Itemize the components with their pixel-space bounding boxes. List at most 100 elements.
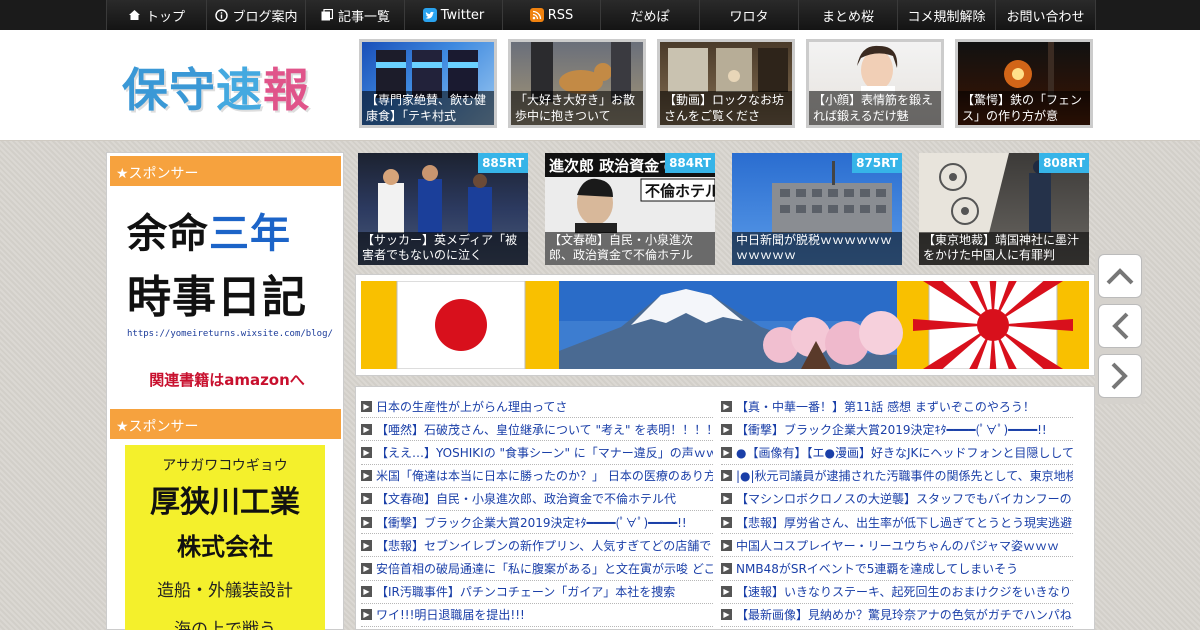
sponsor-heading: ★スポンサー: [110, 409, 341, 439]
article-title: 【文春砲】自民・小泉進次郎、政治資金で不倫ホテル代: [376, 492, 677, 507]
nav-menu: トップ ブログ案内 記事一覧 Twitter RSS だめぽ ワロタ まとめ桜 …: [106, 0, 1096, 30]
arrow-right-icon: ▶: [721, 423, 732, 435]
arrow-right-icon: ▶: [721, 516, 732, 528]
nav-item-rss[interactable]: RSS: [502, 0, 600, 30]
arrow-right-icon: ▶: [361, 493, 372, 505]
info-icon: [214, 8, 228, 22]
article-link[interactable]: ▶ 【マシンロボクロノスの大逆襲】スタッフでもバイカンフーの: [721, 488, 1073, 511]
top-nav-bar: トップ ブログ案内 記事一覧 Twitter RSS だめぽ ワロタ まとめ桜 …: [0, 0, 1200, 30]
ad-amazon-link[interactable]: 関連書籍はamazonへ: [127, 369, 327, 390]
article-link[interactable]: ▶ |●|秋元司議員が逮捕された汚職事件の関係先として、東京地検: [721, 465, 1073, 488]
sponsor-ad-yomei[interactable]: 余命三年 時事日記 https://yomeireturns.wixsite.c…: [127, 201, 333, 389]
article-title: 【ええ…】YOSHIKIの "食事シーン" に「マナー違反」の声ｗｗｗ: [376, 445, 713, 460]
article-link[interactable]: ▶ 【悲報】厚労省さん、出生率が低下し過ぎてとうとう現実逃避: [721, 511, 1073, 535]
article-link[interactable]: ▶ 【文春砲】自民・小泉進次郎、政治資金で不倫ホテル代: [361, 488, 713, 511]
rt-thumb[interactable]: 875RT 中日新聞が脱税ｗｗｗｗｗｗｗｗｗｗｗ: [732, 153, 902, 265]
ad-company-name: 厚狭川工業: [150, 485, 300, 520]
arrow-right-icon: ▶: [361, 446, 372, 458]
ad-text: 三年: [209, 210, 291, 257]
article-link[interactable]: ▶ 安倍首相の破局通達に「私に腹案がある」と文在寅が示唆 どこ: [361, 557, 713, 581]
nav-item-matome-sakura[interactable]: まとめ桜: [798, 0, 897, 30]
article-title: 中国人コスプレイヤー・リーユウちゃんのパジャマ姿ｗｗｗ: [736, 538, 1060, 553]
logo-char: 報: [263, 63, 310, 117]
header-featured-thumbs: 【専門家絶賛、飲む健康食】「テキ村式 「大好き大好き」お散歩中に抱きついて 【動…: [359, 39, 1093, 128]
rt-thumb[interactable]: 885RT 【サッカー】英メディア「被害者でもないのに泣く: [358, 153, 528, 265]
header-thumb[interactable]: 【専門家絶賛、飲む健康食】「テキ村式: [359, 39, 497, 128]
header-thumb[interactable]: 【動画】ロックなお坊さんをご覧くださ: [657, 39, 795, 128]
article-link[interactable]: ▶ 【IR汚職事件】パチンコチェーン「ガイア」本社を捜索: [361, 581, 713, 604]
article-title: 【マシンロボクロノスの大逆襲】スタッフでもバイカンフーの: [736, 492, 1072, 507]
article-link[interactable]: ▶ 【ええ…】YOSHIKIの "食事シーン" に「マナー違反」の声ｗｗｗ: [361, 441, 713, 465]
article-link[interactable]: ▶ NMB48がSRイベントで5連覇を達成してしまいそう: [721, 557, 1073, 581]
nav-item-article-list[interactable]: 記事一覧: [305, 0, 404, 30]
article-link[interactable]: ▶ 【悲報】セブンイレブンの新作プリン、人気すぎてどの店舗で: [361, 534, 713, 558]
article-link[interactable]: ▶ 【速報】いきなりステーキ、起死回生のおまけクジをいきなり: [721, 581, 1073, 604]
article-link[interactable]: ▶ 中国人コスプレイヤー・リーユウちゃんのパジャマ姿ｗｗｗ: [721, 534, 1073, 558]
sponsor-heading: ★スポンサー: [110, 156, 341, 186]
ad-title-line1: 余命三年: [127, 201, 327, 259]
ad-slogan: 海の上で戦う: [174, 620, 276, 630]
arrow-right-icon: ▶: [361, 423, 372, 435]
nav-item-contact[interactable]: お問い合わせ: [995, 0, 1096, 30]
rt-caption: 【サッカー】英メディア「被害者でもないのに泣く: [358, 232, 528, 265]
arrow-right-icon: ▶: [721, 470, 732, 482]
article-link[interactable]: ▶ 【唖然】石破茂さん、皇位継承について "考え" を表明！！！！: [361, 418, 713, 442]
nav-label: お問い合わせ: [1006, 9, 1085, 25]
flags-fuji-illustration: [361, 281, 1089, 369]
banner-image: [361, 281, 1089, 369]
article-link[interactable]: ▶ 米国「俺達は本当に日本に勝ったのか？」 日本の医療のあり方: [361, 465, 713, 488]
article-list-box: ▶ 日本の生産性が上がらん理由ってさ ▶ 【唖然】石破茂さん、皇位継承について "考え…: [355, 386, 1095, 630]
nav-item-comment-unblock[interactable]: コメ規制解除: [897, 0, 995, 30]
svg-text:進次郎 政治資金で: 進次郎 政治資金で: [549, 157, 674, 175]
article-title: 【真・中華一番！】第11話 感想 まずいぞこのやろう！: [736, 399, 1035, 414]
nav-label: コメ規制解除: [907, 9, 986, 25]
arrow-right-icon: ▶: [721, 400, 732, 412]
arrow-right-icon: ▶: [721, 562, 732, 574]
ad-url: https://yomeireturns.wixsite.com/blog/: [127, 329, 333, 339]
nav-label: Twitter: [440, 7, 485, 23]
article-link[interactable]: ▶ 日本の生産性が上がらん理由ってさ: [361, 395, 713, 419]
nav-label: ブログ案内: [232, 9, 298, 25]
scroll-nav: [1095, 250, 1145, 404]
arrow-right-icon: ▶: [361, 516, 372, 528]
header-thumb[interactable]: 「大好き大好き」お散歩中に抱きついて: [508, 39, 646, 128]
main-content: 885RT 【サッカー】英メディア「被害者でもないのに泣く 進次郎 政治資金で …: [355, 152, 1095, 630]
rt-thumb[interactable]: 進次郎 政治資金で 不倫ホテル代 884RT 【文春砲】自民・小泉進次郎、政治資…: [545, 153, 715, 265]
nav-item-top[interactable]: トップ: [106, 0, 206, 30]
rt-caption: 中日新聞が脱税ｗｗｗｗｗｗｗｗｗｗｗ: [732, 232, 902, 265]
ad-company-kana: アサガワコウギョウ: [162, 458, 288, 474]
article-link[interactable]: ▶ 【最新画像】見納めか？驚見玲奈アナの色気がガチでハンパね: [721, 604, 1073, 627]
nav-item-damepo[interactable]: だめぽ: [600, 0, 699, 30]
arrow-right-icon: ▶: [361, 400, 372, 412]
nav-label: だめぽ: [630, 9, 670, 25]
article-title: 【衝撃】ブラック企業大賞2019決定ｷﾀ━━━━(ﾟ∀ﾟ)━━━━!!: [376, 515, 687, 530]
thumb-caption: 【専門家絶賛、飲む健康食】「テキ村式: [362, 91, 494, 125]
article-link[interactable]: ▶ 【真・中華一番！】第11話 感想 まずいぞこのやろう！: [721, 395, 1073, 419]
sponsor-ad-asagawa[interactable]: アサガワコウギョウ 厚狭川工業 株式会社 造船・外艤装設計 海の上で戦う: [125, 445, 325, 630]
nav-item-twitter[interactable]: Twitter: [404, 0, 502, 30]
scroll-top-button[interactable]: [1098, 254, 1142, 298]
thumb-caption: 【驚愕】鉄の「フェンス」の作り方が意: [958, 91, 1090, 125]
rt-thumb[interactable]: 808RT 【東京地裁】靖国神社に墨汁をかけた中国人に有罪判: [919, 153, 1089, 265]
next-page-button[interactable]: [1098, 354, 1142, 398]
article-link[interactable]: ▶ ●【画像有】【エ●漫画】好きなJKにヘッドフォンと目隠しして: [721, 441, 1073, 465]
ad-text: 余命: [127, 210, 209, 257]
prev-page-button[interactable]: [1098, 304, 1142, 348]
article-title: NMB48がSRイベントで5連覇を達成してしまいそう: [736, 561, 1019, 576]
header-thumb[interactable]: 【小顔】表情筋を鍛えれば鍛えるだけ魅: [806, 39, 944, 128]
article-link[interactable]: ▶ 【衝撃】ブラック企業大賞2019決定ｷﾀ━━━━(ﾟ∀ﾟ)━━━━!!: [721, 418, 1073, 442]
sidebar: ★スポンサー 余命三年 時事日記 https://yomeireturns.wi…: [106, 152, 344, 630]
article-title: 【唖然】石破茂さん、皇位継承について "考え" を表明！！！！: [376, 422, 713, 437]
article-list-right: ▶ 【真・中華一番！】第11話 感想 まずいぞこのやろう！ ▶ 【衝撃】ブラック企業大…: [721, 395, 1073, 627]
arrow-right-icon: ▶: [361, 470, 372, 482]
nav-item-blog-info[interactable]: ブログ案内: [206, 0, 305, 30]
thumb-caption: 【小顔】表情筋を鍛えれば鍛えるだけ魅: [809, 91, 941, 125]
article-title: 日本の生産性が上がらん理由ってさ: [376, 399, 568, 414]
twitter-icon: [422, 8, 437, 22]
nav-item-warota[interactable]: ワロタ: [699, 0, 798, 30]
site-logo[interactable]: 保守速報: [122, 54, 310, 120]
arrow-right-icon: ▶: [721, 586, 732, 598]
header-thumb[interactable]: 【驚愕】鉄の「フェンス」の作り方が意: [955, 39, 1093, 128]
article-link[interactable]: ▶ ワイ!!!明日退職届を提出!!!: [361, 604, 713, 627]
article-link[interactable]: ▶ 【衝撃】ブラック企業大賞2019決定ｷﾀ━━━━(ﾟ∀ﾟ)━━━━!!: [361, 511, 713, 535]
